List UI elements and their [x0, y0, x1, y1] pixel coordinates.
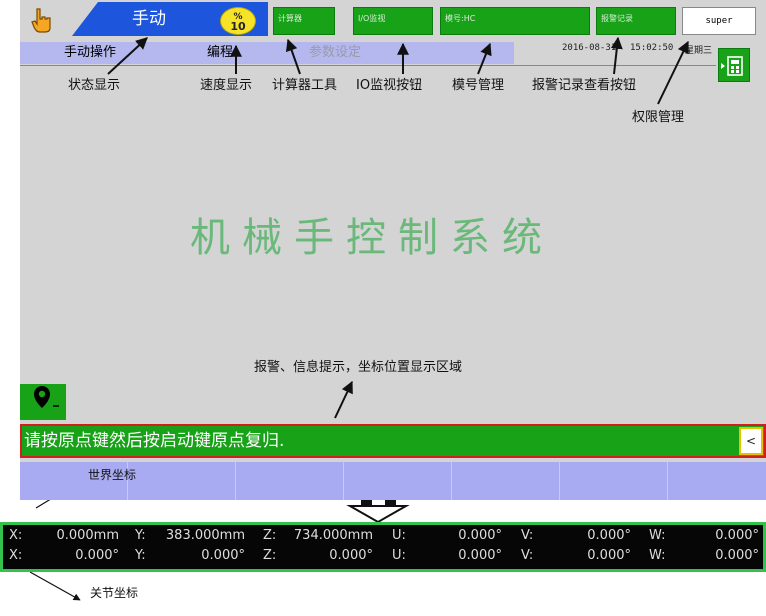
world-axis-value: 0.000°: [715, 528, 759, 543]
annotation-world-coordinates: 世界坐标: [88, 468, 137, 482]
world-axis-label: W:: [649, 528, 666, 543]
joint-axis-label: X:: [9, 548, 23, 563]
joint-axis-value: 0.000°: [458, 548, 502, 563]
main-title: 机械手控制系统: [190, 215, 554, 261]
world-axis-label: Z:: [263, 528, 277, 543]
world-coordinate-row: X: 0.000mm Y: 383.000mm Z: 734.000mm U: 0.000° V…: [9, 528, 761, 548]
joint-axis-label: Z:: [263, 548, 277, 563]
world-axis-label: V:: [521, 528, 534, 543]
joint-axis-value: 0.000°: [715, 548, 759, 563]
bottom-slot-2[interactable]: [128, 462, 236, 500]
annotation-joint-coordinates: 关节坐标: [90, 586, 139, 600]
joint-axis-label: V:: [521, 548, 534, 563]
message-text: 请按原点键然后按启动键原点复归.: [24, 431, 285, 451]
joint-axis-value: 0.000°: [75, 548, 119, 563]
message-expand-button[interactable]: <: [739, 427, 763, 455]
world-axis-label: U:: [392, 528, 406, 543]
joint-coordinate-row: X: 0.000° Y: 0.000° Z: 0.000° U: 0.000° V: 0.000°…: [9, 548, 761, 568]
joint-axis-value: 0.000°: [201, 548, 245, 563]
bottom-slot-7[interactable]: [668, 462, 766, 500]
world-axis-value: 0.000mm: [56, 528, 119, 543]
coordinate-panel: X: 0.000mm Y: 383.000mm Z: 734.000mm U: 0.000° V…: [0, 522, 766, 572]
joint-axis-label: W:: [649, 548, 666, 563]
joint-axis-value: 0.000°: [587, 548, 631, 563]
location-pin-icon: [34, 386, 59, 408]
bottom-slot-5[interactable]: [452, 462, 560, 500]
world-axis-value: 383.000mm: [165, 528, 245, 543]
world-axis-value: 734.000mm: [293, 528, 373, 543]
joint-axis-label: U:: [392, 548, 406, 563]
world-axis-label: Y:: [135, 528, 146, 543]
bottom-slot-4[interactable]: [344, 462, 452, 500]
bottom-slot-6[interactable]: [560, 462, 668, 500]
world-axis-label: X:: [9, 528, 23, 543]
world-axis-value: 0.000°: [587, 528, 631, 543]
annotation-info-area: 报警、信息提示，坐标位置显示区域: [254, 360, 463, 375]
bottom-slot-3[interactable]: [236, 462, 344, 500]
coordinate-toggle-button[interactable]: [20, 384, 66, 420]
message-bar: 请按原点键然后按启动键原点复归.: [20, 424, 766, 458]
joint-axis-value: 0.000°: [329, 548, 373, 563]
joint-axis-label: Y:: [135, 548, 146, 563]
world-axis-value: 0.000°: [458, 528, 502, 543]
